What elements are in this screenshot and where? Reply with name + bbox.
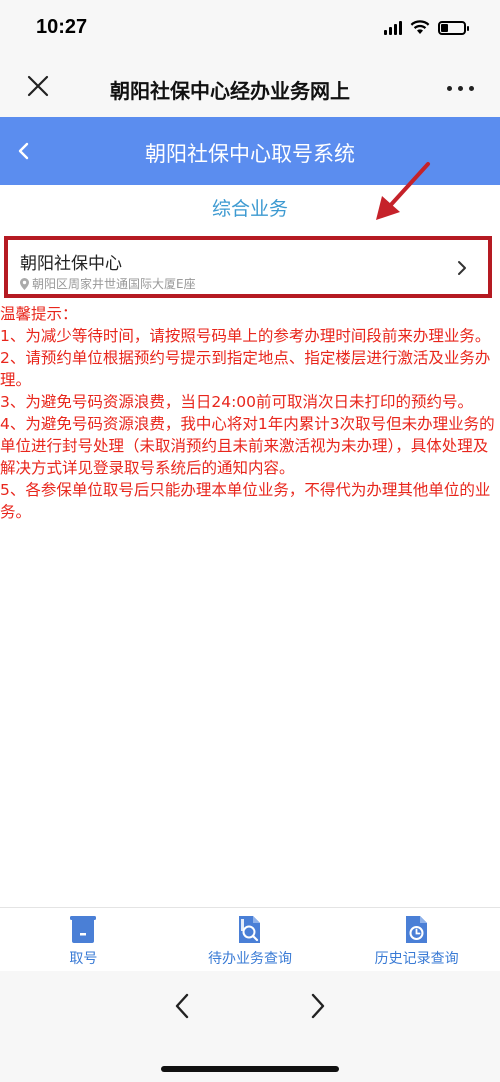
service-center-item[interactable]: 朝阳社保中心 朝阳区周家井世通国际大厦E座 [4,236,492,298]
notice-text: 温馨提示： 1、为减少等待时间，请按照号码单上的参考办理时间段前来办理业务。 2… [0,303,496,523]
battery-level [441,23,448,32]
tab-pending-query[interactable]: 待办业务查询 [167,908,334,971]
webview-nav-bar: 朝阳社保中心经办业务网上 [0,60,500,117]
cellular-signal-icon [384,20,402,35]
chevron-left-icon[interactable] [174,993,190,1019]
service-center-address: 朝阳区周家井世通国际大厦E座 [20,275,196,292]
close-icon[interactable] [26,74,50,98]
location-pin-icon [20,277,29,290]
service-center-name: 朝阳社保中心 [20,254,122,274]
notice-item-1: 1、为减少等待时间，请按照号码单上的参考办理时间段前来办理业务。 [0,327,491,345]
webview-title: 朝阳社保中心经办业务网上 [110,79,350,103]
bottom-tab-bar: 取号 待办业务查询 历史记录查询 [0,907,500,971]
tab-take-number[interactable]: 取号 [0,908,167,971]
tab-label: 历史记录查询 [374,951,459,967]
history-document-icon [405,916,427,943]
home-indicator [161,1066,339,1072]
notice-heading: 温馨提示： [0,305,78,323]
battery-icon [438,20,469,35]
tab-label: 取号 [69,951,98,967]
chevron-right-icon[interactable] [310,993,326,1019]
chevron-right-icon [458,261,466,275]
browser-toolbar [0,971,500,1082]
notice-item-2: 2、请预约单位根据预约号提示到指定地点、指定楼层进行激活及业务办理。 [0,349,491,389]
address-text: 朝阳区周家井世通国际大厦E座 [32,277,196,291]
tab-label: 待办业务查询 [208,951,292,967]
ticket-icon [70,916,97,943]
notice-item-5: 5、各参保单位取号后只能办理本单位业务，不得代为办理其他单位的业务。 [0,481,491,521]
more-icon[interactable] [447,86,474,91]
notice-item-3: 3、为避免号码资源浪费，当日24:00前可取消次日未打印的预约号。 [0,393,474,411]
notice-item-4: 4、为避免号码资源浪费，我中心将对1年内累计3次取号但未办理业务的单位进行封号处… [0,415,495,477]
status-icons [384,20,469,35]
search-document-icon [239,916,260,943]
annotation-arrow-icon [376,162,430,220]
tab-history-query[interactable]: 历史记录查询 [333,908,500,971]
status-time: 10:27 [36,16,88,38]
status-bar: 10:27 [0,0,500,60]
wifi-icon [410,20,430,34]
